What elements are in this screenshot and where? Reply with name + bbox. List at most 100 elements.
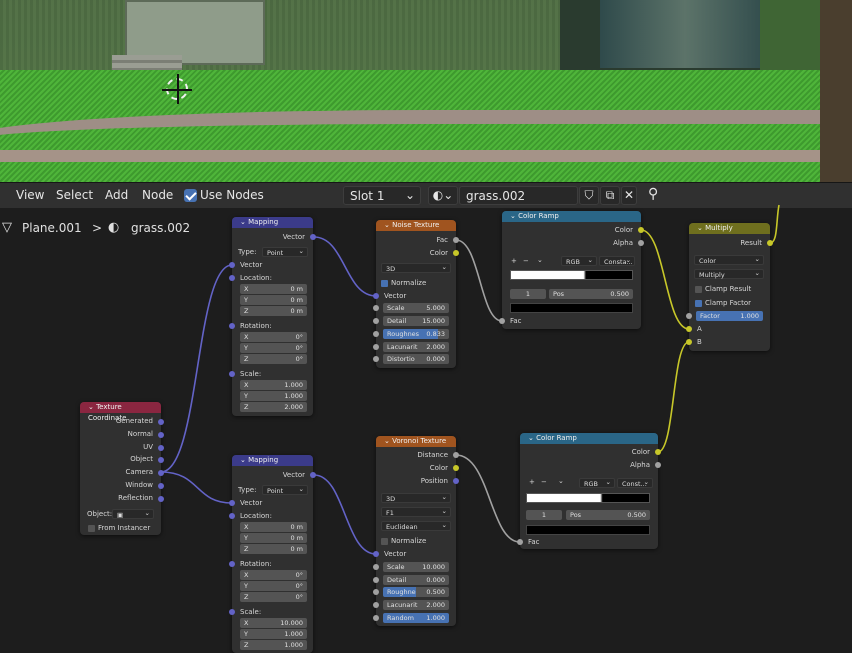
blend-mode-dropdown[interactable]: Multiply	[694, 268, 764, 279]
texture-coordinate-node[interactable]: Texture Coordinate Generated Normal UV O…	[80, 402, 164, 535]
interpolation-dropdown[interactable]: Consta...	[599, 255, 635, 266]
ramp-menu-icon[interactable]: ⌄	[558, 477, 564, 485]
socket-window[interactable]	[158, 483, 164, 489]
socket-fac-in[interactable]	[517, 539, 523, 545]
noise-texture-node[interactable]: Noise Texture Fac Color 3D Normalize Vec…	[373, 220, 459, 368]
socket-scale[interactable]	[229, 609, 235, 615]
color-mode-dropdown[interactable]: RGB	[561, 255, 597, 266]
socket-color-out[interactable]	[638, 227, 644, 233]
ramp-menu-icon[interactable]: ⌄	[537, 256, 543, 264]
normalize-checkbox[interactable]	[381, 280, 388, 287]
socket-lacunarity[interactable]	[373, 602, 379, 608]
node-header[interactable]: Color Ramp	[520, 433, 658, 444]
rotation-y[interactable]: Y 0°	[240, 581, 307, 591]
socket-rotation[interactable]	[229, 323, 235, 329]
socket-color-out[interactable]	[655, 449, 661, 455]
node-header[interactable]: Multiply	[689, 223, 770, 234]
roughness-field[interactable]: Roughnes 0.833	[383, 329, 449, 339]
stop-color-swatch[interactable]	[510, 303, 633, 313]
socket-detail[interactable]	[373, 318, 379, 324]
stop-index-field[interactable]: 1	[526, 510, 562, 520]
socket-detail[interactable]	[373, 577, 379, 583]
type-dropdown[interactable]: Point	[262, 484, 308, 495]
socket-a[interactable]	[686, 326, 692, 332]
socket-lacunarity[interactable]	[373, 344, 379, 350]
factor-field[interactable]: Factor 1.000	[696, 311, 763, 321]
dimensions-dropdown[interactable]: 3D	[381, 262, 451, 273]
dimensions-dropdown[interactable]: 3D	[381, 492, 451, 503]
node-header[interactable]: Mapping	[232, 455, 313, 466]
lacunarity-field[interactable]: Lacunarit 2.000	[383, 342, 449, 352]
stop-color-swatch[interactable]	[526, 525, 650, 535]
socket-fac-in[interactable]	[499, 318, 505, 324]
socket-b[interactable]	[686, 339, 692, 345]
socket-rotation[interactable]	[229, 561, 235, 567]
scale-z[interactable]: Z 2.000	[240, 402, 307, 412]
mapping-node-1[interactable]: Mapping Vector Type: Point Vector Locati…	[229, 217, 316, 416]
socket-roughness[interactable]	[373, 331, 379, 337]
socket-roughness[interactable]	[373, 589, 379, 595]
socket-randomness[interactable]	[373, 615, 379, 621]
color-ramp-gradient[interactable]	[510, 270, 633, 280]
socket-vector-out[interactable]	[310, 234, 316, 240]
roughness-field[interactable]: Roughne 0.500	[383, 587, 449, 597]
data-type-dropdown[interactable]: Color	[694, 254, 764, 265]
node-header[interactable]: Texture Coordinate	[80, 402, 161, 422]
location-y[interactable]: Y0 m	[240, 295, 307, 305]
socket-alpha-out[interactable]	[655, 462, 661, 468]
scale-y[interactable]: Y 1.000	[240, 391, 307, 401]
feature-dropdown[interactable]: F1	[381, 506, 451, 517]
socket-fac-out[interactable]	[453, 237, 459, 243]
from-instancer-checkbox[interactable]	[88, 525, 95, 532]
color-ramp-gradient[interactable]	[526, 493, 650, 503]
color-ramp-node-2[interactable]: Color Ramp Color Alpha + − ⌄ RGB Const..…	[517, 433, 661, 549]
stop-index-field[interactable]: 1	[510, 289, 546, 299]
socket-vector-in[interactable]	[229, 262, 235, 268]
lacunarity-field[interactable]: Lacunarit 2.000	[383, 600, 449, 610]
distortion-field[interactable]: Distortio 0.000	[383, 354, 449, 364]
rotation-z[interactable]: Z 0°	[240, 592, 307, 602]
scale-y[interactable]: Y 1.000	[240, 629, 307, 639]
socket-reflection[interactable]	[158, 496, 164, 502]
add-stop-button[interactable]: +	[529, 478, 535, 486]
type-dropdown[interactable]: Point	[262, 246, 308, 257]
stop-position-field[interactable]: Pos 0.500	[566, 510, 650, 520]
stop-position-field[interactable]: Pos 0.500	[549, 289, 633, 299]
detail-field[interactable]: Detail 0.000	[383, 575, 449, 585]
socket-result-out[interactable]	[767, 240, 773, 246]
location-z[interactable]: Z0 m	[240, 544, 307, 554]
color-mode-dropdown[interactable]: RGB	[579, 477, 615, 488]
location-x[interactable]: X0 m	[240, 284, 307, 294]
remove-stop-button[interactable]: −	[541, 478, 547, 486]
socket-object[interactable]	[158, 457, 164, 463]
randomness-field[interactable]: Random 1.000	[383, 613, 449, 623]
voronoi-texture-node[interactable]: Voronoi Texture Distance Color Position …	[373, 436, 459, 626]
socket-distance-out[interactable]	[453, 452, 459, 458]
color-ramp-node-1[interactable]: Color Ramp Color Alpha + − ⌄ RGB Consta.…	[499, 211, 644, 329]
rotation-x[interactable]: X 0°	[240, 332, 307, 342]
add-stop-button[interactable]: +	[511, 257, 517, 265]
socket-location[interactable]	[229, 513, 235, 519]
socket-color-out[interactable]	[453, 250, 459, 256]
scale-x[interactable]: X 1.000	[240, 380, 307, 390]
metric-dropdown[interactable]: Euclidean	[381, 520, 451, 531]
mapping-node-2[interactable]: Mapping Vector Type: Point Vector Locati…	[229, 455, 316, 653]
socket-camera[interactable]	[158, 470, 164, 476]
socket-color-out[interactable]	[453, 465, 459, 471]
node-header[interactable]: Voronoi Texture	[376, 436, 456, 447]
socket-location[interactable]	[229, 275, 235, 281]
location-y[interactable]: Y0 m	[240, 533, 307, 543]
mix-multiply-node[interactable]: Multiply Result Color Multiply Clamp Res…	[686, 223, 773, 351]
socket-distortion[interactable]	[373, 356, 379, 362]
socket-vector-in[interactable]	[229, 500, 235, 506]
normalize-checkbox[interactable]	[381, 538, 388, 545]
scale-field[interactable]: Scale 5.000	[383, 303, 449, 313]
socket-scale[interactable]	[373, 564, 379, 570]
location-x[interactable]: X0 m	[240, 522, 307, 532]
socket-factor[interactable]	[686, 313, 692, 319]
scale-x[interactable]: X 10.000	[240, 618, 307, 628]
detail-field[interactable]: Detail 15.000	[383, 316, 449, 326]
remove-stop-button[interactable]: −	[523, 257, 529, 265]
socket-vector-out[interactable]	[310, 472, 316, 478]
socket-normal[interactable]	[158, 432, 164, 438]
